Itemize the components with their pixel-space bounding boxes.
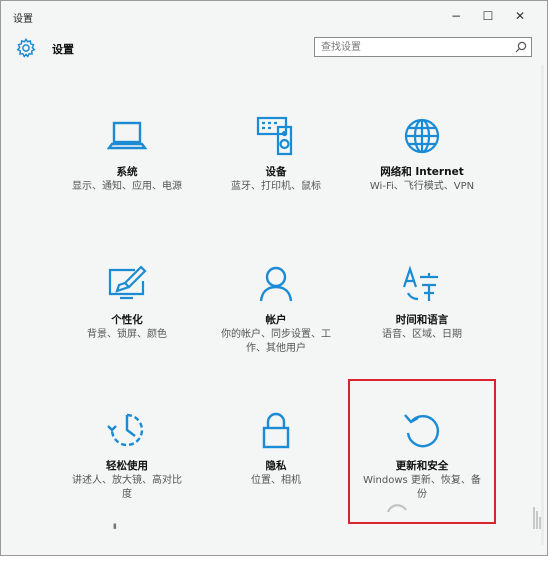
tile-time-language-name: 时间和语言 <box>395 314 449 326</box>
tile-ease-of-access-description: 讲述人、放大镜、高对比度 <box>72 475 182 500</box>
resize-grip-icon[interactable] <box>531 503 543 533</box>
tile-update-security[interactable]: 更新和安全 Windows 更新、恢复、备份 <box>357 409 487 502</box>
search-box[interactable] <box>314 37 532 57</box>
tile-personalization[interactable]: 个性化 背景、锁屏、颜色 <box>62 263 192 342</box>
tile-accounts[interactable]: 帐户 你的帐户、同步设置、工作、其他用户 <box>211 263 341 356</box>
time-language-icon <box>402 265 438 301</box>
tile-personalization-name: 个性化 <box>111 314 143 326</box>
pager-dot-icon[interactable]: ▮ <box>113 522 117 530</box>
keyboard-speaker-icon <box>256 116 293 156</box>
title-bar[interactable]: 设置 − ☐ ✕ <box>1 1 547 31</box>
minimize-button[interactable]: − <box>441 5 471 27</box>
tile-personalization-description: 背景、锁屏、颜色 <box>87 329 167 340</box>
close-button[interactable]: ✕ <box>505 5 535 27</box>
globe-icon <box>404 118 440 154</box>
search-icon[interactable] <box>515 41 527 53</box>
person-icon <box>259 266 293 302</box>
tile-system-description: 显示、通知、应用、电源 <box>72 181 182 192</box>
page-title: 设置 <box>52 43 74 56</box>
tile-network-name: 网络和 Internet <box>380 166 464 178</box>
settings-window: 设置 − ☐ ✕ 设置 查找设置 系统 显示、通知、应用、电源 设备 蓝牙、打印… <box>0 0 548 556</box>
tile-privacy-name: 隐私 <box>265 460 287 472</box>
settings-header: 设置 <box>1 31 547 65</box>
tile-network[interactable]: 网络和 Internet Wi-Fi、飞行模式、VPN <box>357 115 487 194</box>
paint-monitor-icon <box>108 265 147 300</box>
window-title: 设置 <box>13 14 33 25</box>
tile-privacy[interactable]: 隐私 位置、相机 <box>211 409 341 488</box>
gear-icon <box>16 37 36 58</box>
refresh-icon <box>404 414 440 448</box>
search-input[interactable] <box>315 38 511 56</box>
laptop-icon <box>106 121 148 150</box>
loading-spinner-icon <box>387 504 407 513</box>
tile-network-description: Wi-Fi、飞行模式、VPN <box>369 181 475 192</box>
scrollbar[interactable] <box>541 65 544 545</box>
maximize-button[interactable]: ☐ <box>473 5 503 27</box>
tile-accounts-description: 你的帐户、同步设置、工作、其他用户 <box>221 329 331 354</box>
tile-devices-name: 设备 <box>265 166 287 178</box>
ease-of-access-icon <box>107 413 144 447</box>
tile-update-security-name: 更新和安全 <box>395 460 449 472</box>
tile-time-language-description: 语音、区域、日期 <box>382 329 462 340</box>
tile-time-language[interactable]: 时间和语言 语音、区域、日期 <box>357 263 487 342</box>
tile-system-name: 系统 <box>116 166 138 178</box>
tile-devices[interactable]: 设备 蓝牙、打印机、鼠标 <box>211 115 341 194</box>
tile-devices-description: 蓝牙、打印机、鼠标 <box>231 181 321 192</box>
lock-icon <box>262 412 290 449</box>
tile-privacy-description: 位置、相机 <box>251 475 301 486</box>
tile-ease-of-access-name: 轻松使用 <box>106 460 148 472</box>
tile-update-security-description: Windows 更新、恢复、备份 <box>363 475 481 500</box>
tile-ease-of-access[interactable]: 轻松使用 讲述人、放大镜、高对比度 <box>62 409 192 502</box>
tile-accounts-name: 帐户 <box>265 314 287 326</box>
tile-system[interactable]: 系统 显示、通知、应用、电源 <box>62 115 192 194</box>
